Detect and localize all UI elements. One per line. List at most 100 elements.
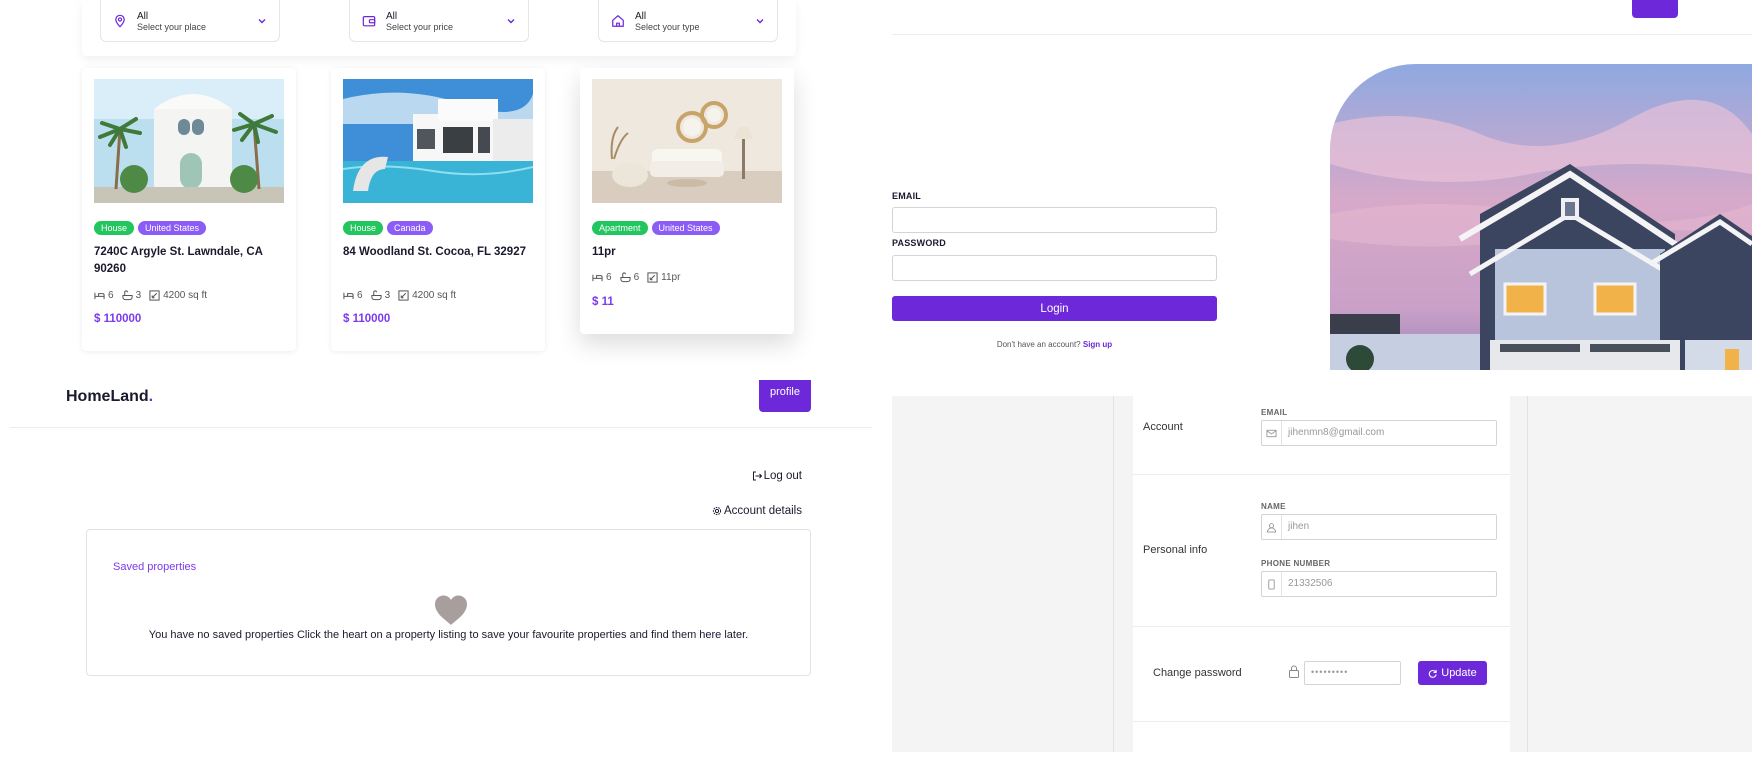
no-account-text: Don't have an account? bbox=[996, 340, 1081, 349]
country-tag: Canada bbox=[387, 221, 433, 235]
phone-value: 21332506 bbox=[1288, 578, 1333, 589]
type-tag: House bbox=[94, 221, 135, 235]
beds-count: 6 bbox=[357, 290, 363, 301]
area-value: 11pr bbox=[661, 272, 681, 283]
property-price: $ 110000 bbox=[343, 313, 391, 325]
bed-icon bbox=[94, 292, 105, 300]
property-image bbox=[592, 79, 782, 203]
beds-count: 6 bbox=[606, 272, 612, 283]
listings-panel: All Select your place All Select your pr… bbox=[0, 0, 876, 370]
area-icon bbox=[398, 290, 409, 301]
bath-icon bbox=[619, 272, 631, 283]
beds-count: 6 bbox=[108, 290, 114, 301]
property-image bbox=[343, 79, 533, 203]
login-panel: EMAIL PASSWORD Login Don't have an accou… bbox=[892, 0, 1752, 370]
phone-label: PHONE NUMBER bbox=[1261, 559, 1331, 568]
column-divider bbox=[1113, 396, 1114, 752]
baths-count: 6 bbox=[633, 272, 640, 283]
type-tag: House bbox=[343, 221, 384, 235]
login-button[interactable]: Login bbox=[892, 296, 1217, 321]
bath-icon bbox=[370, 290, 382, 301]
empty-saved-message: You have no saved properties Click the h… bbox=[148, 629, 749, 641]
password-label: PASSWORD bbox=[892, 238, 946, 248]
bed-icon bbox=[592, 274, 603, 282]
location-pin-icon bbox=[115, 14, 125, 28]
section-divider bbox=[1133, 626, 1510, 627]
area-value: 4200 sq ft bbox=[163, 290, 208, 301]
phone-field[interactable]: 21332506 bbox=[1261, 571, 1497, 597]
filter-label: Select your place bbox=[137, 22, 207, 32]
email-label: EMAIL bbox=[892, 191, 921, 201]
phone-icon bbox=[1268, 578, 1275, 590]
email-label: EMAIL bbox=[1261, 408, 1288, 417]
update-label: Update bbox=[1441, 667, 1477, 679]
brand-logo[interactable]: HomeLand. bbox=[66, 388, 153, 406]
chevron-down-icon bbox=[507, 19, 515, 24]
price-filter[interactable]: All Select your price bbox=[349, 0, 529, 42]
area-value: 4200 sq ft bbox=[412, 290, 457, 301]
email-field[interactable]: jihenmn8@gmail.com bbox=[1261, 420, 1497, 446]
header-divider bbox=[892, 34, 1752, 35]
gear-icon bbox=[712, 506, 722, 516]
property-title[interactable]: 84 Woodland St. Cocoa, FL 32927 bbox=[343, 244, 533, 261]
column-divider bbox=[1527, 396, 1528, 752]
bed-icon bbox=[343, 292, 354, 300]
property-meta: 6 3 4200 sq ft bbox=[343, 290, 456, 301]
filter-value: All bbox=[635, 11, 647, 22]
property-title[interactable]: 11pr bbox=[592, 244, 782, 261]
area-icon bbox=[647, 272, 658, 283]
account-details-label: Account details bbox=[724, 505, 802, 517]
filter-value: All bbox=[386, 11, 398, 22]
section-divider bbox=[1133, 721, 1510, 722]
property-title[interactable]: 7240C Argyle St. Lawndale, CA 90260 bbox=[94, 244, 284, 278]
profile-panel: HomeLand. profile Log out Account detail… bbox=[0, 380, 876, 758]
type-tag: Apartment bbox=[592, 221, 648, 235]
signup-link[interactable]: Sign up bbox=[1083, 340, 1112, 349]
header-button[interactable] bbox=[1632, 0, 1678, 18]
property-price: $ 11 bbox=[592, 296, 614, 308]
password-field[interactable]: ••••••••• bbox=[1304, 661, 1401, 685]
password-field[interactable] bbox=[892, 255, 1217, 281]
area-icon bbox=[149, 290, 160, 301]
profile-button[interactable]: profile bbox=[759, 380, 811, 412]
country-tag: United States bbox=[651, 221, 720, 235]
filter-label: Select your price bbox=[386, 22, 454, 32]
change-password-label: Change password bbox=[1153, 667, 1242, 679]
update-button[interactable]: Update bbox=[1418, 661, 1487, 685]
mail-icon bbox=[1266, 429, 1277, 437]
section-divider bbox=[1133, 474, 1510, 475]
place-filter[interactable]: All Select your place bbox=[100, 0, 280, 42]
baths-count: 3 bbox=[135, 290, 142, 301]
property-card[interactable]: House United States 7240C Argyle St. Law… bbox=[82, 68, 296, 351]
signup-prompt: Don't have an account? Sign up bbox=[892, 340, 1217, 349]
filter-bar: All Select your place All Select your pr… bbox=[82, 0, 796, 56]
name-label: NAME bbox=[1261, 502, 1286, 511]
logout-link[interactable]: Log out bbox=[752, 470, 802, 482]
account-form: Account EMAIL jihenmn8@gmail.com Persona… bbox=[1133, 396, 1510, 752]
brand-name: HomeLand bbox=[66, 388, 149, 405]
property-image bbox=[94, 79, 284, 203]
bath-icon bbox=[121, 290, 133, 301]
property-card[interactable]: House Canada 84 Woodland St. Cocoa, FL 3… bbox=[331, 68, 545, 351]
email-value: jihenmn8@gmail.com bbox=[1288, 427, 1385, 438]
name-field[interactable]: jihen bbox=[1261, 514, 1497, 540]
chevron-down-icon bbox=[258, 19, 266, 24]
user-icon bbox=[1266, 522, 1277, 533]
account-details-link[interactable]: Account details bbox=[712, 505, 802, 517]
lock-icon bbox=[1289, 665, 1299, 678]
heart-icon bbox=[435, 595, 467, 625]
hero-house-image bbox=[1330, 64, 1752, 370]
property-price: $ 110000 bbox=[94, 313, 142, 325]
property-card[interactable]: Apartment United States 11pr 6 6 11pr $ … bbox=[580, 68, 794, 334]
property-meta: 6 3 4200 sq ft bbox=[94, 290, 207, 301]
home-icon bbox=[612, 15, 624, 27]
type-filter[interactable]: All Select your type bbox=[598, 0, 778, 42]
baths-count: 3 bbox=[384, 290, 391, 301]
property-meta: 6 6 11pr bbox=[592, 272, 680, 283]
logout-icon bbox=[752, 471, 762, 481]
brand-dot: . bbox=[148, 388, 154, 405]
account-section-label: Account bbox=[1143, 421, 1183, 433]
saved-properties-box: Saved properties You have no saved prope… bbox=[86, 529, 811, 676]
email-field[interactable] bbox=[892, 207, 1217, 233]
filter-value: All bbox=[137, 11, 149, 22]
